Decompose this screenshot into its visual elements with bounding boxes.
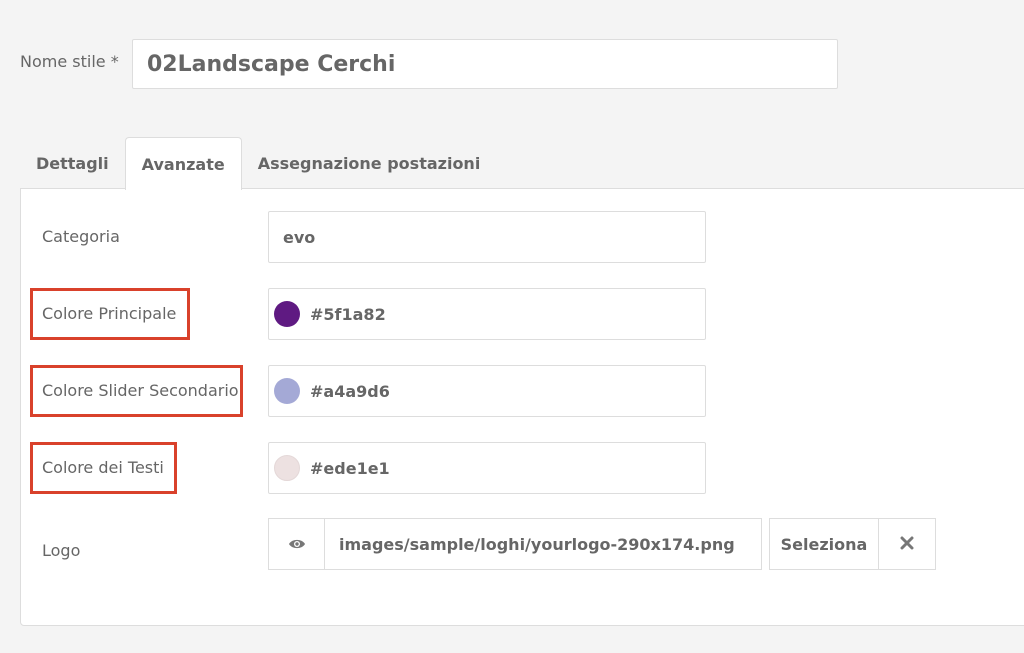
style-name-input[interactable]: 02Landscape Cerchi bbox=[132, 39, 838, 89]
color-swatch[interactable] bbox=[274, 301, 300, 327]
colore-testi-input[interactable]: #ede1e1 bbox=[268, 442, 706, 494]
logo-clear-button[interactable] bbox=[878, 518, 936, 570]
categoria-label: Categoria bbox=[42, 227, 120, 246]
eye-icon bbox=[288, 535, 306, 554]
colore-testi-label: Colore dei Testi bbox=[42, 458, 164, 477]
logo-path-input[interactable]: images/sample/loghi/yourlogo-290x174.png bbox=[324, 518, 762, 570]
colore-principale-input[interactable]: #5f1a82 bbox=[268, 288, 706, 340]
tab-avanzate[interactable]: Avanzate bbox=[124, 137, 242, 190]
colore-testi-value: #ede1e1 bbox=[310, 458, 390, 478]
colore-slider-input[interactable]: #a4a9d6 bbox=[268, 365, 706, 417]
colore-slider-label: Colore Slider Secondario bbox=[42, 381, 239, 400]
logo-select-button[interactable]: Seleziona bbox=[769, 518, 878, 570]
color-swatch[interactable] bbox=[274, 378, 300, 404]
close-icon bbox=[900, 535, 914, 554]
advanced-panel: Categoria evo Colore Principale #5f1a82 … bbox=[20, 188, 1024, 626]
categoria-input[interactable]: evo bbox=[268, 211, 706, 263]
tab-bar: Dettagli Avanzate Assegnazione postazion… bbox=[20, 137, 497, 190]
tab-assegnazione-postazioni[interactable]: Assegnazione postazioni bbox=[242, 137, 497, 189]
colore-slider-value: #a4a9d6 bbox=[310, 381, 390, 401]
colore-principale-label: Colore Principale bbox=[42, 304, 177, 323]
logo-label: Logo bbox=[42, 541, 81, 560]
colore-principale-value: #5f1a82 bbox=[310, 304, 386, 324]
tab-dettagli[interactable]: Dettagli bbox=[20, 137, 125, 189]
logo-field: images/sample/loghi/yourlogo-290x174.png… bbox=[268, 518, 936, 570]
style-editor: Nome stile * 02Landscape Cerchi Dettagli… bbox=[0, 0, 1024, 653]
logo-preview-button[interactable] bbox=[268, 518, 324, 570]
color-swatch[interactable] bbox=[274, 455, 300, 481]
style-name-label: Nome stile * bbox=[20, 52, 119, 71]
